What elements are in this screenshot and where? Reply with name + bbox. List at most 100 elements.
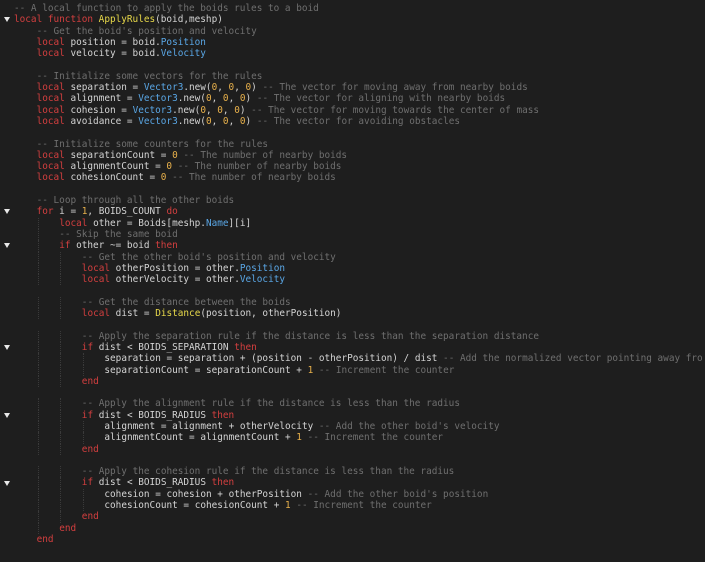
code-line[interactable]: -- Get the other boid's position and vel… [14, 252, 705, 263]
code-token: i = [59, 206, 82, 217]
code-line[interactable] [14, 319, 705, 330]
code-token: -- Apply the cohesion rule if the distan… [82, 466, 455, 477]
indent-guide [83, 489, 84, 500]
code-token: alignmentCount = alignmentCount + [104, 432, 296, 443]
code-line[interactable]: local cohesion = Vector3.new(0, 0, 0) --… [14, 105, 705, 116]
line-content: end [14, 511, 99, 522]
fold-chevron-icon[interactable] [2, 342, 11, 353]
code-editor[interactable]: -- A local function to apply the boids r… [0, 0, 705, 562]
indent-guide [38, 353, 39, 364]
code-token: alignment = alignment + otherVelocity [104, 421, 318, 432]
code-line[interactable] [14, 184, 705, 195]
indent-guide [38, 376, 39, 387]
code-line[interactable]: local separationCount = 0 -- The number … [14, 150, 705, 161]
code-line[interactable]: local otherVelocity = other.Velocity [14, 274, 705, 285]
indent-guide [60, 308, 61, 319]
code-line[interactable]: separationCount = separationCount + 1 --… [14, 365, 705, 376]
code-line[interactable]: -- Initialize some counters for the rule… [14, 139, 705, 150]
code-line[interactable]: local alignmentCount = 0 -- The number o… [14, 161, 705, 172]
code-line[interactable]: local dist = Distance(position, otherPos… [14, 308, 705, 319]
code-line[interactable]: end [14, 376, 705, 387]
fold-chevron-icon[interactable] [2, 477, 11, 488]
fold-chevron-icon[interactable] [2, 410, 11, 421]
code-line[interactable]: local separation = Vector3.new(0, 0, 0) … [14, 82, 705, 93]
indent-guide [38, 500, 39, 511]
code-line[interactable]: end [14, 511, 705, 522]
indent-guide [38, 274, 39, 285]
code-token: local [82, 308, 116, 319]
indent-guide [60, 263, 61, 274]
code-token: separationCount = [70, 150, 172, 161]
line-content: local cohesion = Vector3.new(0, 0, 0) --… [14, 105, 539, 116]
indent-guide [38, 365, 39, 376]
line-content: -- A local function to apply the boids r… [14, 3, 319, 14]
line-content: -- Get the distance between the boids [14, 297, 291, 308]
code-line[interactable]: -- Get the distance between the boids [14, 297, 705, 308]
code-line[interactable]: alignment = alignment + otherVelocity --… [14, 421, 705, 432]
code-token: -- Increment the counter [308, 432, 443, 443]
code-token: -- Add the other boid's position [308, 489, 489, 500]
code-token: -- Get the boid's position and velocity [37, 26, 257, 37]
code-line[interactable]: local function ApplyRules(boid,meshp) [14, 14, 705, 25]
code-line[interactable]: local cohesionCount = 0 -- The number of… [14, 172, 705, 183]
code-line[interactable]: end [14, 534, 705, 545]
code-line[interactable]: if dist < BOIDS_RADIUS then [14, 477, 705, 488]
code-line[interactable]: -- Skip the same boid [14, 229, 705, 240]
code-line[interactable]: -- Get the boid's position and velocity [14, 26, 705, 37]
code-line[interactable]: -- Initialize some vectors for the rules [14, 71, 705, 82]
code-line[interactable]: if dist < BOIDS_RADIUS then [14, 410, 705, 421]
line-content: cohesion = cohesion + otherPosition -- A… [14, 489, 488, 500]
code-line[interactable] [14, 285, 705, 296]
code-token: Name [206, 218, 229, 229]
code-line[interactable]: local other = Boids[meshp.Name][i] [14, 218, 705, 229]
fold-chevron-icon[interactable] [2, 206, 11, 217]
indent-guide [38, 297, 39, 308]
line-content: -- Initialize some vectors for the rules [14, 71, 262, 82]
code-line[interactable]: for i = 1, BOIDS_COUNT do [14, 206, 705, 217]
code-line[interactable]: -- Apply the cohesion rule if the distan… [14, 466, 705, 477]
code-area[interactable]: -- A local function to apply the boids r… [14, 3, 705, 545]
code-token: end [37, 534, 54, 545]
line-content: if dist < BOIDS_RADIUS then [14, 410, 234, 421]
code-token: separation = separation + (position - ot… [104, 353, 443, 364]
code-line[interactable] [14, 127, 705, 138]
code-line[interactable]: -- A local function to apply the boids r… [14, 3, 705, 14]
code-token: separationCount = separationCount + [104, 365, 307, 376]
code-line[interactable]: -- Apply the separation rule if the dist… [14, 331, 705, 342]
code-token: end [82, 376, 99, 387]
code-token: , [217, 82, 228, 93]
code-line[interactable]: local alignment = Vector3.new(0, 0, 0) -… [14, 93, 705, 104]
code-line[interactable]: -- Loop through all the other boids [14, 195, 705, 206]
indent-guide [60, 511, 61, 522]
code-token: if [82, 410, 99, 421]
code-line[interactable]: cohesion = cohesion + otherPosition -- A… [14, 489, 705, 500]
code-line[interactable]: local avoidance = Vector3.new(0, 0, 0) -… [14, 116, 705, 127]
fold-chevron-icon[interactable] [2, 240, 11, 251]
code-token: cohesionCount = [70, 172, 160, 183]
code-line[interactable]: local velocity = boid.Velocity [14, 48, 705, 59]
code-line[interactable]: if other ~= boid then [14, 240, 705, 251]
code-token: , [223, 105, 234, 116]
indent-guide [60, 466, 61, 477]
indent-guide [60, 500, 61, 511]
code-line[interactable] [14, 455, 705, 466]
line-content: local separation = Vector3.new(0, 0, 0) … [14, 82, 528, 93]
code-token: ][i] [229, 218, 252, 229]
code-token: local [37, 172, 71, 183]
indent-guide [38, 421, 39, 432]
code-line[interactable]: local position = boid.Position [14, 37, 705, 48]
code-token: end [82, 511, 99, 522]
code-line[interactable]: local otherPosition = other.Position [14, 263, 705, 274]
code-line[interactable]: end [14, 523, 705, 534]
line-content: end [14, 523, 76, 534]
code-token: Position [161, 37, 206, 48]
fold-chevron-icon[interactable] [2, 14, 11, 25]
code-line[interactable]: separation = separation + (position - ot… [14, 353, 705, 364]
code-line[interactable]: -- Apply the alignment rule if the dista… [14, 398, 705, 409]
code-line[interactable] [14, 387, 705, 398]
code-line[interactable]: alignmentCount = alignmentCount + 1 -- I… [14, 432, 705, 443]
code-line[interactable] [14, 59, 705, 70]
code-line[interactable]: if dist < BOIDS_SEPARATION then [14, 342, 705, 353]
code-line[interactable]: cohesionCount = cohesionCount + 1 -- Inc… [14, 500, 705, 511]
code-line[interactable]: end [14, 444, 705, 455]
